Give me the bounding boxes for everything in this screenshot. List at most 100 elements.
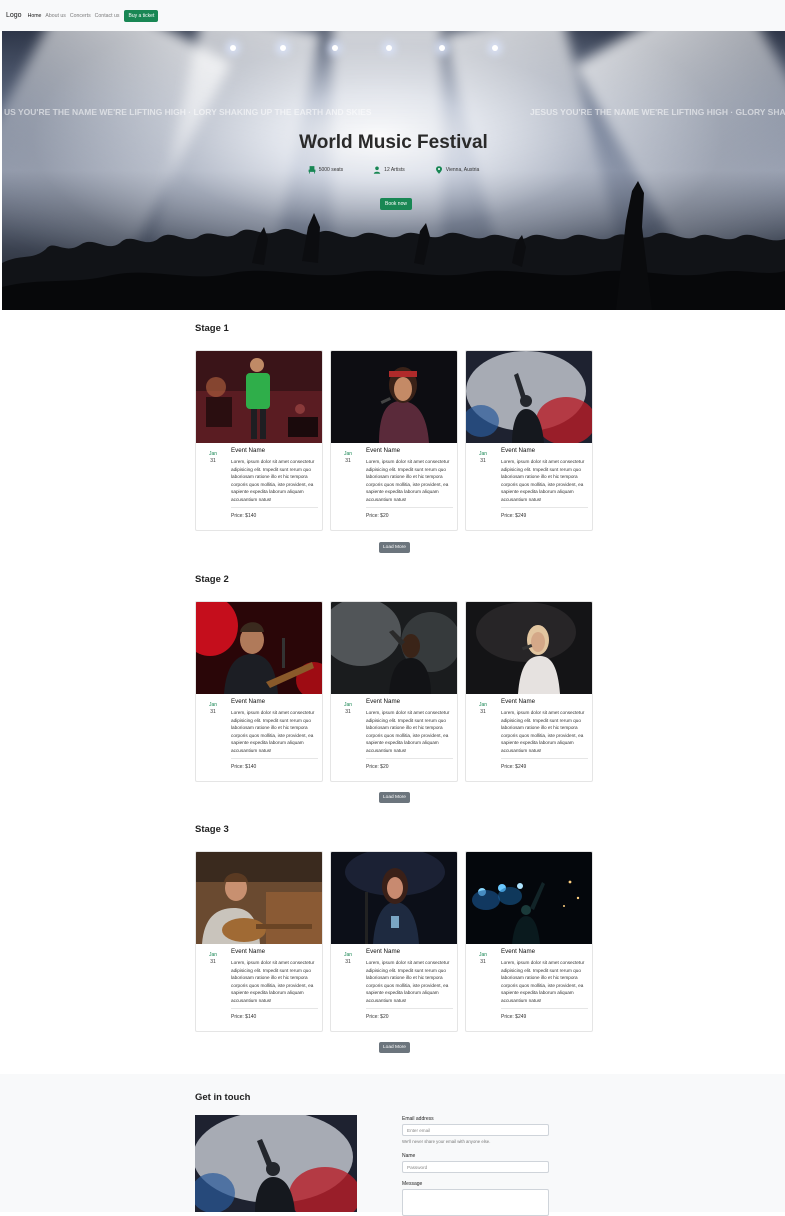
event-day: 31 bbox=[480, 959, 486, 965]
event-day: 31 bbox=[345, 458, 351, 464]
nav-link-concerts[interactable]: Concerts bbox=[70, 13, 91, 19]
event-card[interactable]: Jan 31 Event Name Lorem, ipsum dolor sit … bbox=[330, 350, 458, 531]
contact-title: Get in touch bbox=[195, 1092, 251, 1103]
card-divider bbox=[366, 1008, 453, 1009]
event-month: Jan bbox=[208, 702, 218, 708]
email-field[interactable]: Enter email bbox=[402, 1124, 549, 1136]
event-price: Price: $140 bbox=[231, 764, 257, 770]
user-icon bbox=[373, 166, 381, 174]
stage-3-title: Stage 3 bbox=[195, 824, 229, 835]
card-body: Event Name Lorem, ipsum dolor sit amet c… bbox=[501, 698, 590, 755]
stat-artists-label: 12 Artists bbox=[384, 167, 405, 173]
event-date: Jan 31 bbox=[207, 451, 219, 465]
event-month: Jan bbox=[478, 952, 488, 958]
event-date: Jan 31 bbox=[342, 702, 354, 716]
stat-location-label: Vienna, Austria bbox=[445, 167, 480, 173]
event-description: Lorem, ipsum dolor sit amet consectetur … bbox=[231, 710, 315, 753]
screen-text-right: JESUS YOU'RE THE NAME WE'RE LIFTING HIGH… bbox=[530, 107, 785, 117]
event-date: Jan 31 bbox=[207, 952, 219, 966]
event-description: Lorem, ipsum dolor sit amet consectetur … bbox=[501, 710, 585, 753]
hero-banner: US YOU'RE THE NAME WE'RE LIFTING HIGH · … bbox=[2, 31, 785, 310]
singer-blonde-photo bbox=[466, 602, 592, 694]
card-divider bbox=[366, 507, 453, 508]
event-day: 31 bbox=[345, 959, 351, 965]
name-field[interactable]: Password bbox=[402, 1161, 549, 1173]
event-date: Jan 31 bbox=[477, 451, 489, 465]
performer-blue-lights-photo bbox=[466, 852, 592, 944]
event-date: Jan 31 bbox=[207, 702, 219, 716]
singer-green-shirt-photo bbox=[196, 351, 322, 443]
card-body: Event Name Lorem, ipsum dolor sit amet c… bbox=[231, 698, 320, 755]
event-month: Jan bbox=[208, 451, 218, 457]
event-day: 31 bbox=[210, 709, 216, 715]
event-card[interactable]: Jan 31 Event Name Lorem, ipsum dolor sit … bbox=[465, 601, 593, 782]
hero-stats: 5000 seats 12 Artists Vienna, Austria bbox=[2, 166, 785, 174]
card-body: Event Name Lorem, ipsum dolor sit amet c… bbox=[366, 447, 455, 504]
load-more-button[interactable]: Load More bbox=[379, 542, 410, 553]
event-card[interactable]: Jan 31 Event Name Lorem, ipsum dolor sit … bbox=[465, 350, 593, 531]
event-price: Price: $140 bbox=[231, 1014, 257, 1020]
event-date: Jan 31 bbox=[477, 702, 489, 716]
event-description: Lorem, ipsum dolor sit amet consectetur … bbox=[366, 960, 450, 1003]
singer-smoke-photo bbox=[331, 602, 457, 694]
event-day: 31 bbox=[210, 458, 216, 464]
card-divider bbox=[231, 507, 318, 508]
event-day: 31 bbox=[480, 458, 486, 464]
seat-icon bbox=[308, 166, 316, 174]
card-body: Event Name Lorem, ipsum dolor sit amet c… bbox=[231, 447, 320, 504]
email-label: Email address bbox=[402, 1116, 434, 1122]
load-more-button[interactable]: Load More bbox=[379, 792, 410, 803]
event-date: Jan 31 bbox=[342, 451, 354, 465]
event-description: Lorem, ipsum dolor sit amet consectetur … bbox=[231, 459, 315, 502]
card-divider bbox=[231, 1008, 318, 1009]
event-day: 31 bbox=[210, 959, 216, 965]
event-description: Lorem, ipsum dolor sit amet consectetur … bbox=[231, 960, 315, 1003]
event-description: Lorem, ipsum dolor sit amet consectetur … bbox=[366, 459, 450, 502]
screen-text-left: US YOU'RE THE NAME WE'RE LIFTING HIGH · … bbox=[4, 107, 372, 117]
event-date: Jan 31 bbox=[342, 952, 354, 966]
card-body: Event Name Lorem, ipsum dolor sit amet c… bbox=[366, 698, 455, 755]
nav-link-contact[interactable]: Contact us bbox=[95, 13, 120, 19]
singer-dark-stage-photo bbox=[331, 852, 457, 944]
guitarist-red-light-photo bbox=[196, 602, 322, 698]
nav-link-home[interactable]: Home bbox=[28, 13, 42, 19]
event-price: Price: $140 bbox=[231, 513, 257, 519]
event-card[interactable]: Jan 31 Event Name Lorem, ipsum dolor sit … bbox=[195, 851, 323, 1032]
event-price: Price: $20 bbox=[366, 764, 389, 770]
event-month: Jan bbox=[478, 451, 488, 457]
load-more-button[interactable]: Load More bbox=[379, 1042, 410, 1053]
nav-link-about[interactable]: About us bbox=[45, 13, 65, 19]
event-price: Price: $20 bbox=[366, 513, 389, 519]
message-label: Message bbox=[402, 1181, 423, 1187]
event-description: Lorem, ipsum dolor sit amet consectetur … bbox=[501, 960, 585, 1003]
event-card[interactable]: Jan 31 Event Name Lorem, ipsum dolor sit … bbox=[330, 851, 458, 1032]
brand-logo[interactable]: Logo bbox=[6, 12, 22, 19]
event-card[interactable]: Jan 31 Event Name Lorem, ipsum dolor sit … bbox=[465, 851, 593, 1032]
card-body: Event Name Lorem, ipsum dolor sit amet c… bbox=[366, 948, 455, 1005]
event-date: Jan 31 bbox=[477, 952, 489, 966]
buy-ticket-button[interactable]: Buy a ticket bbox=[124, 9, 159, 22]
event-month: Jan bbox=[343, 451, 353, 457]
event-name: Event Name bbox=[231, 948, 266, 955]
event-description: Lorem, ipsum dolor sit amet consectetur … bbox=[366, 710, 450, 753]
email-help-text: We'll never share your email with anyone… bbox=[402, 1139, 491, 1144]
event-card[interactable]: Jan 31 Event Name Lorem, ipsum dolor sit … bbox=[195, 350, 323, 531]
contact-section: Get in touch Email address Enter email W… bbox=[0, 1074, 785, 1216]
card-body: Event Name Lorem, ipsum dolor sit amet c… bbox=[231, 948, 320, 1005]
book-now-button[interactable]: Book now bbox=[380, 198, 412, 210]
hero-title: World Music Festival bbox=[299, 132, 488, 153]
card-body: Event Name Lorem, ipsum dolor sit amet c… bbox=[501, 447, 590, 504]
stat-location: Vienna, Austria bbox=[435, 166, 480, 174]
event-card[interactable]: Jan 31 Event Name Lorem, ipsum dolor sit … bbox=[195, 601, 323, 782]
stat-seats-label: 5000 seats bbox=[318, 167, 344, 173]
event-card[interactable]: Jan 31 Event Name Lorem, ipsum dolor sit … bbox=[330, 601, 458, 782]
event-month: Jan bbox=[343, 952, 353, 958]
event-price: Price: $249 bbox=[501, 764, 527, 770]
stage-2-title: Stage 2 bbox=[195, 574, 229, 585]
event-name: Event Name bbox=[501, 698, 536, 705]
event-name: Event Name bbox=[231, 447, 266, 454]
name-label: Name bbox=[402, 1153, 416, 1159]
acoustic-guitarist-photo bbox=[196, 852, 322, 944]
event-day: 31 bbox=[345, 709, 351, 715]
